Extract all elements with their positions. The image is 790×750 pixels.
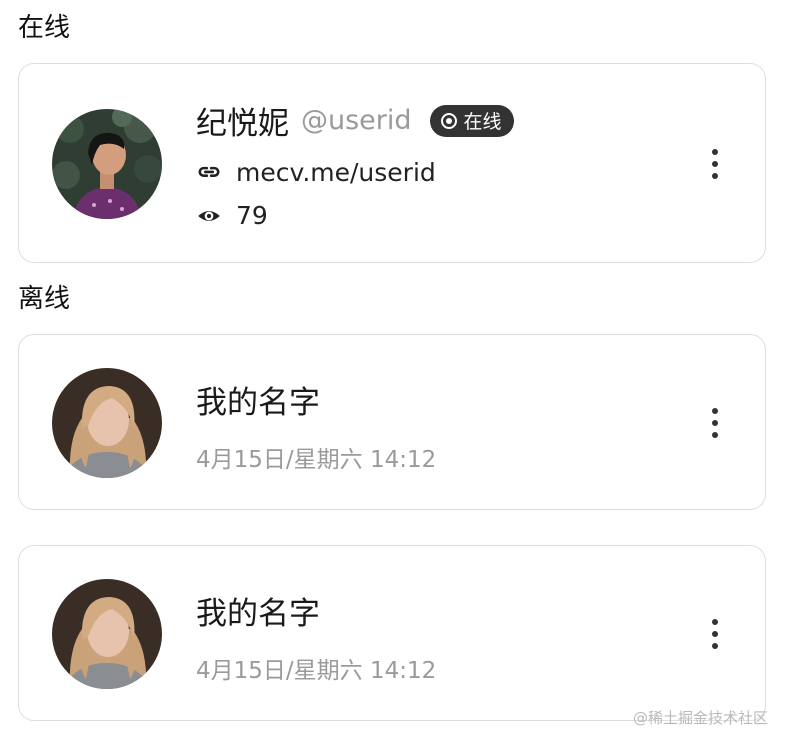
online-section-title: 在线 [18, 13, 71, 43]
online-user-card[interactable]: 纪悦妮 @userid 在线 mecv.me/userid 79 [18, 63, 766, 263]
last-seen-timestamp: 4月15日/星期六 14:12 [196, 658, 437, 684]
status-badge-label: 在线 [463, 111, 502, 133]
eye-icon [198, 210, 220, 221]
avatar[interactable] [52, 109, 162, 219]
status-badge: 在线 [429, 104, 514, 137]
status-dot-icon [440, 112, 457, 129]
views-row: 79 [196, 201, 268, 230]
last-seen-timestamp: 4月15日/星期六 14:12 [196, 447, 437, 473]
user-handle: @userid [301, 105, 412, 136]
offline-user-card[interactable]: 我的名字 4月15日/星期六 14:12 [18, 545, 766, 721]
more-vertical-icon [712, 619, 718, 625]
more-vertical-icon [712, 408, 718, 414]
view-count: 79 [236, 201, 268, 230]
user-name: 纪悦妮 [196, 106, 289, 142]
avatar[interactable] [52, 579, 162, 689]
watermark: @稀土掘金技术社区 [632, 709, 768, 727]
user-name: 我的名字 [196, 385, 320, 421]
user-name: 我的名字 [196, 596, 320, 632]
link-icon [198, 166, 220, 177]
profile-link[interactable]: mecv.me/userid [236, 158, 436, 187]
offline-user-card[interactable]: 我的名字 4月15日/星期六 14:12 [18, 334, 766, 510]
avatar[interactable] [52, 368, 162, 478]
more-options-button[interactable] [703, 403, 727, 443]
more-vertical-icon [712, 149, 718, 155]
more-options-button[interactable] [703, 144, 727, 184]
offline-section-title: 离线 [18, 284, 71, 314]
profile-link-row[interactable]: mecv.me/userid [196, 158, 436, 187]
more-options-button[interactable] [703, 614, 727, 654]
